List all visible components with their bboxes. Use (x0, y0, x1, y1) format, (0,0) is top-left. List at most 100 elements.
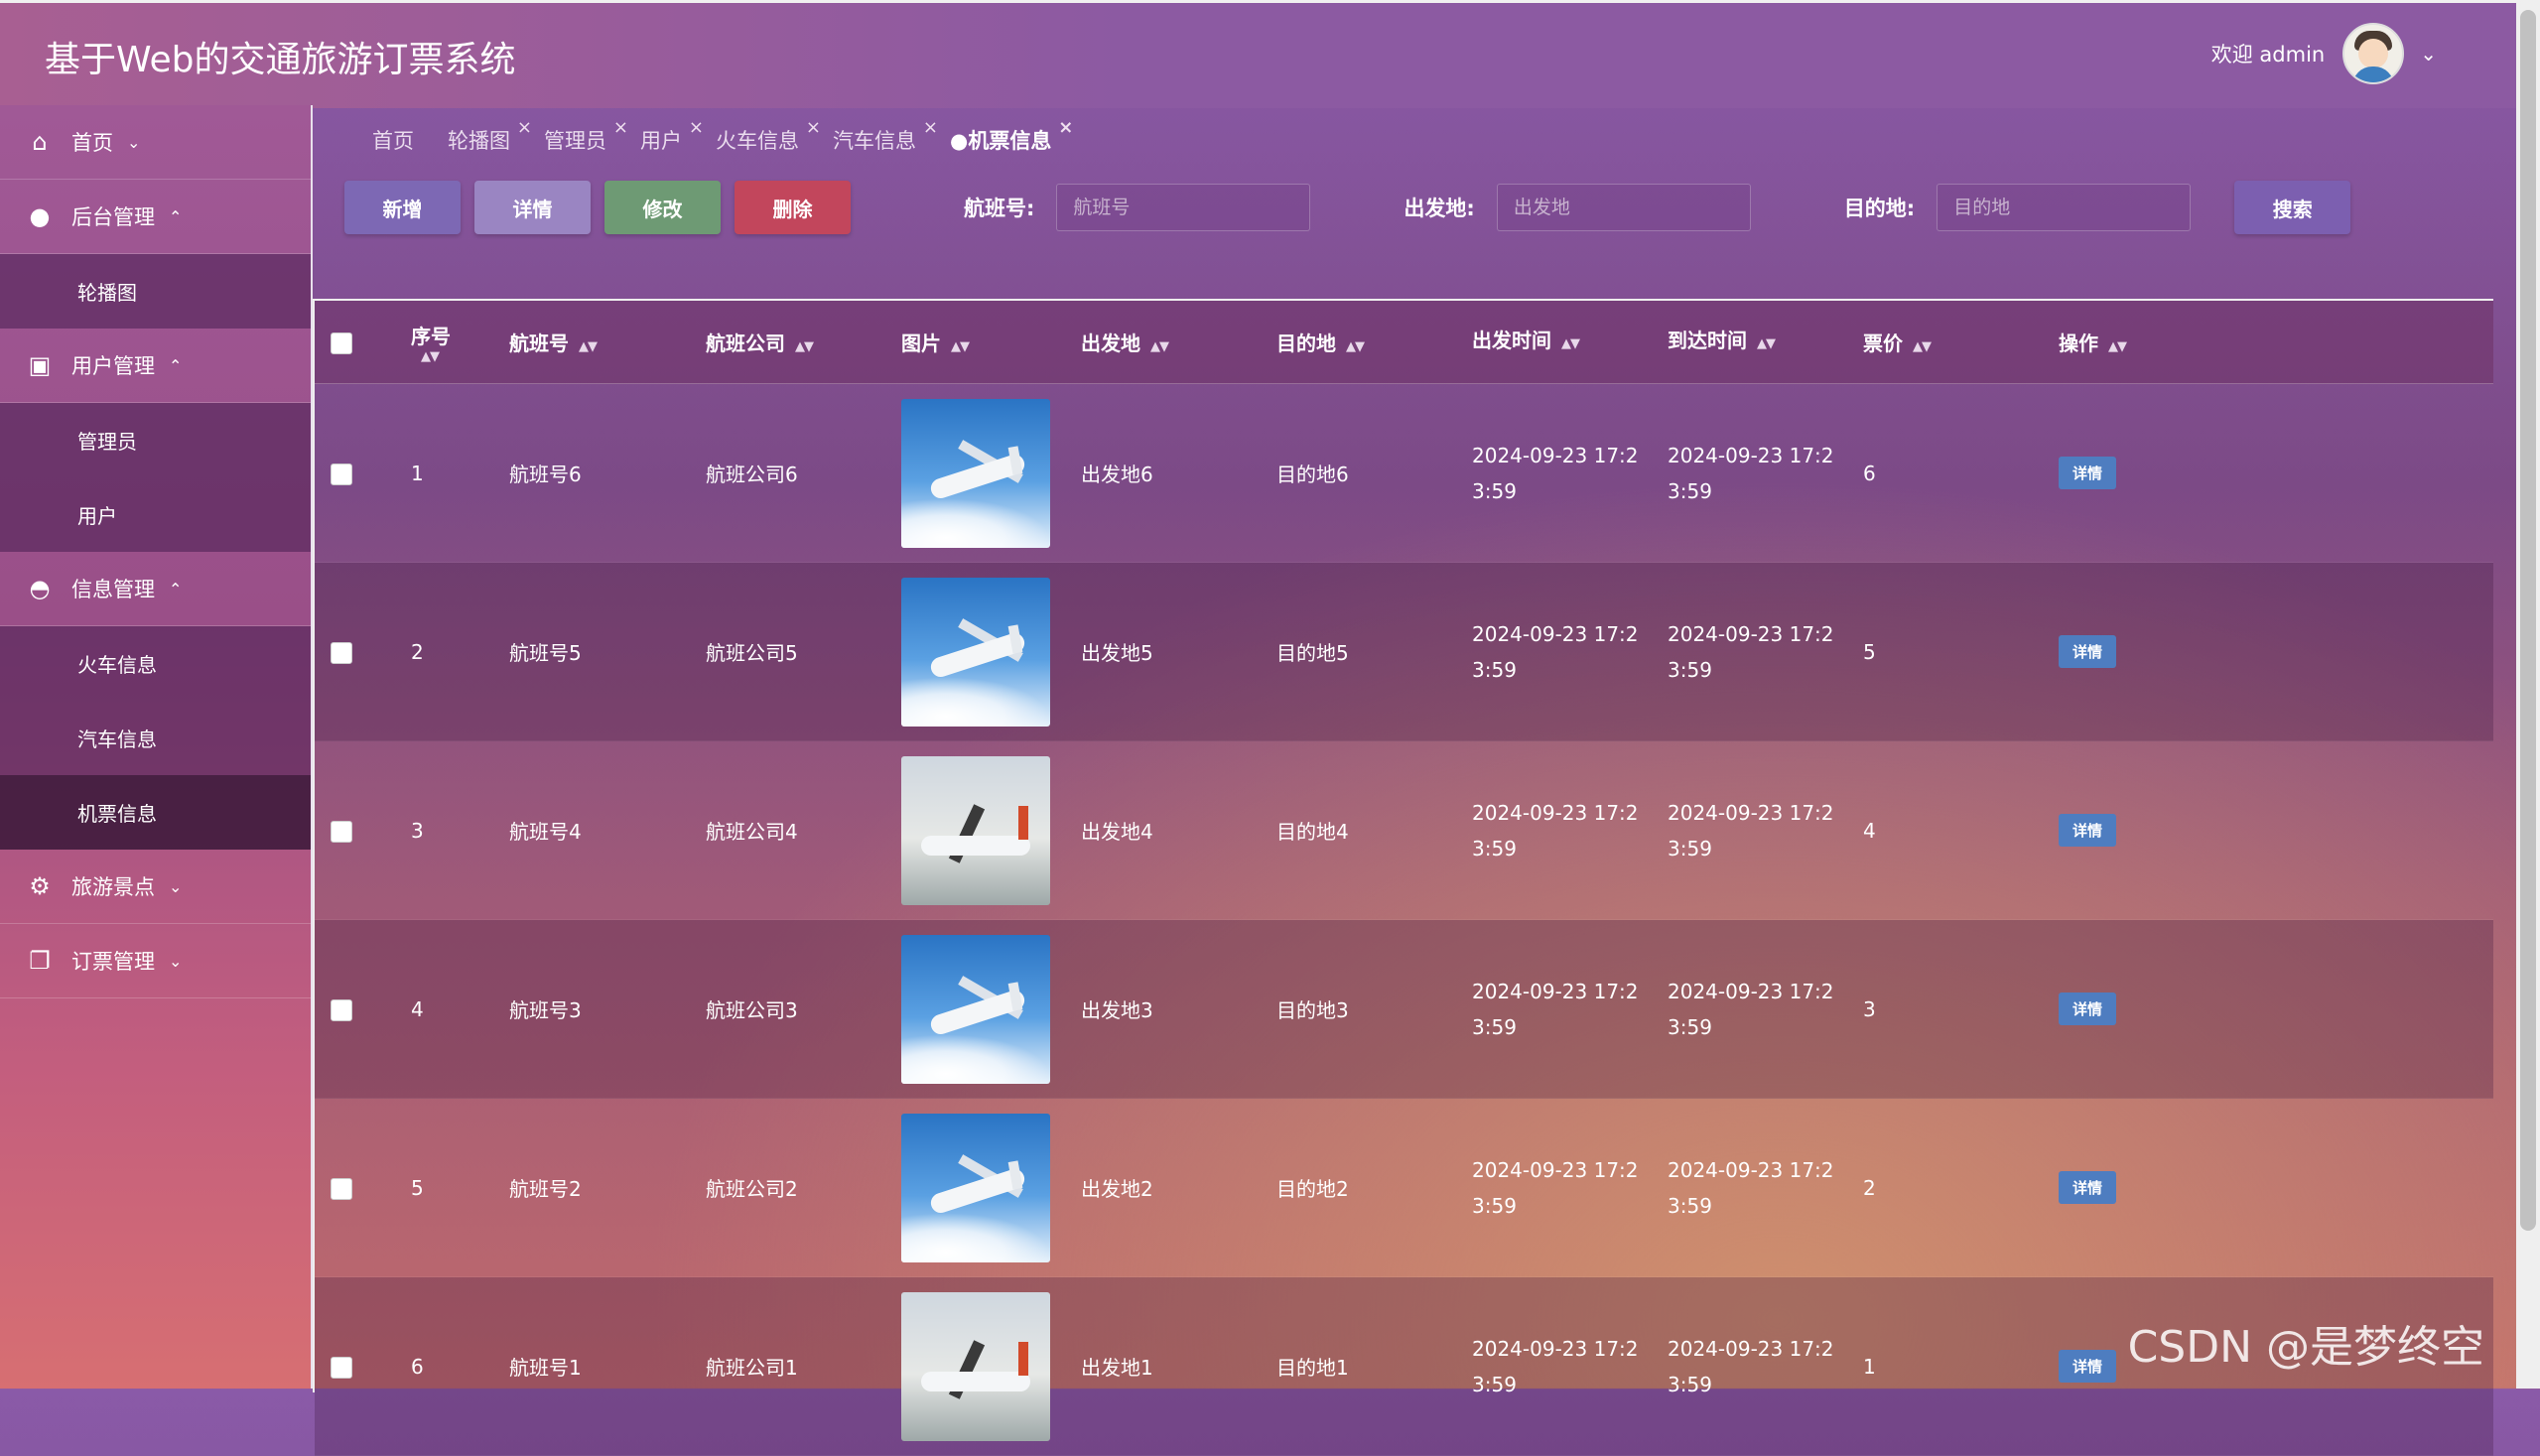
sidebar-item-booking[interactable]: ❐ 订票管理 ⌄ (0, 924, 311, 998)
cell-flight: 航班号6 (509, 463, 582, 486)
detail-button[interactable]: 详情 (474, 181, 591, 234)
cell-arrival: 2024-09-23 17:2 3:59 (1668, 443, 1834, 503)
plane-sky-icon[interactable] (901, 577, 1050, 727)
sort-icon[interactable]: ▲▼ (1561, 336, 1580, 351)
header-idx[interactable]: 序号 ▲▼ (411, 321, 509, 364)
cell-idx: 1 (411, 461, 424, 485)
table-row[interactable]: 3 航班号4 航班公司4 出发地4 目的地4 2024-09-23 17:2 3:59 202… (315, 741, 2493, 920)
tab-admin[interactable]: 管理员 × (544, 117, 628, 155)
sidebar-subitem-bus[interactable]: 汽车信息 (0, 701, 311, 775)
delete-button[interactable]: 删除 (735, 181, 851, 234)
welcome-text: 欢迎 admin (2210, 43, 2326, 66)
sidebar-subitem-carousel[interactable]: 轮播图 (0, 254, 311, 329)
from-input[interactable] (1496, 184, 1751, 231)
add-button[interactable]: 新增 (344, 181, 461, 234)
flight-no-input[interactable] (1056, 184, 1311, 231)
tab-home[interactable]: 首页 (372, 125, 414, 155)
sidebar-subitem-user[interactable]: 用户 (0, 477, 311, 552)
to-input[interactable] (1937, 184, 2192, 231)
row-checkbox[interactable] (331, 820, 352, 843)
sidebar-item-scenic[interactable]: ⚙ 旅游景点 ⌄ (0, 850, 311, 924)
table-header: 序号 ▲▼ 航班号 ▲▼ 航班公司 ▲▼ 图片 ▲▼ 出发地 ▲▼ 目的地 ▲▼ 出发时间 ▲… (315, 301, 2493, 384)
tab-train[interactable]: 火车信息 × (716, 117, 821, 155)
sort-icon[interactable]: ▲▼ (951, 339, 970, 354)
cell-idx: 2 (411, 639, 424, 664)
close-icon[interactable]: × (517, 117, 532, 138)
row-checkbox[interactable] (331, 641, 352, 664)
header-action[interactable]: 操作 ▲▼ (2059, 328, 2257, 356)
sidebar-subitem-admin[interactable]: 管理员 (0, 403, 311, 477)
sort-icon[interactable]: ▲▼ (795, 339, 814, 354)
table-row[interactable]: 5 航班号2 航班公司2 出发地2 目的地2 2024-09-23 17:2 3:59 202… (315, 1099, 2493, 1277)
scrollbar-thumb[interactable] (2520, 10, 2536, 1231)
row-detail-button[interactable]: 详情 (2059, 635, 2117, 668)
row-checkbox[interactable] (331, 1177, 352, 1200)
close-icon[interactable]: × (806, 117, 821, 138)
sort-icon[interactable]: ▲▼ (1150, 339, 1169, 354)
sidebar-item-info[interactable]: ◓ 信息管理 ⌃ (0, 552, 311, 626)
sidebar-subitem-train[interactable]: 火车信息 (0, 626, 311, 701)
sidebar-item-home[interactable]: ⌂ 首页 ⌄ (0, 105, 311, 180)
row-detail-button[interactable]: 详情 (2059, 814, 2117, 847)
sort-icon[interactable]: ▲▼ (1913, 339, 1932, 354)
tab-user[interactable]: 用户 × (640, 117, 704, 155)
sort-icon[interactable]: ▲▼ (1757, 336, 1776, 351)
header-flight[interactable]: 航班号 ▲▼ (509, 328, 706, 356)
header-from[interactable]: 出发地 ▲▼ (1081, 328, 1276, 356)
user-menu[interactable]: 欢迎 admin ⌄ (2211, 23, 2437, 84)
close-icon[interactable]: × (613, 117, 628, 138)
vertical-scrollbar[interactable] (2516, 0, 2540, 1389)
header-departure[interactable]: 出发时间 ▲▼ (1472, 323, 1668, 362)
tab-label: 轮播图 (448, 129, 510, 153)
row-detail-button[interactable]: 详情 (2059, 1350, 2117, 1383)
close-icon[interactable]: × (923, 117, 938, 138)
plane-ground-icon[interactable] (901, 1291, 1050, 1441)
header-image[interactable]: 图片 ▲▼ (901, 328, 1081, 356)
cell-arrival: 2024-09-23 17:2 3:59 (1668, 1157, 1834, 1218)
plane-ground-icon[interactable] (901, 755, 1050, 905)
header-arrival[interactable]: 到达时间 ▲▼ (1668, 323, 1863, 362)
select-all-checkbox[interactable] (331, 331, 352, 354)
cell-from: 出发地1 (1081, 1356, 1153, 1380)
row-detail-button[interactable]: 详情 (2059, 993, 2117, 1025)
sidebar-item-users[interactable]: ▣ 用户管理 ⌃ (0, 329, 311, 403)
row-detail-button[interactable]: 详情 (2059, 457, 2117, 489)
close-icon[interactable]: × (1058, 117, 1073, 138)
cell-airline: 航班公司5 (706, 641, 798, 665)
tab-flight[interactable]: ●机票信息 × (950, 117, 1073, 155)
sort-icon[interactable]: ▲▼ (421, 349, 509, 364)
plane-sky-icon[interactable] (901, 934, 1050, 1084)
sidebar-subitem-flight[interactable]: 机票信息 (0, 775, 311, 850)
cell-flight: 航班号1 (509, 1356, 582, 1380)
sort-icon[interactable]: ▲▼ (2108, 339, 2127, 354)
tab-bus[interactable]: 汽车信息 × (833, 117, 938, 155)
row-checkbox[interactable] (331, 998, 352, 1021)
table-row[interactable]: 4 航班号3 航班公司3 出发地3 目的地3 2024-09-23 17:2 3:59 202… (315, 920, 2493, 1099)
close-icon[interactable]: × (689, 117, 704, 138)
cell-from: 出发地3 (1081, 998, 1153, 1022)
sort-icon[interactable]: ▲▼ (579, 339, 598, 354)
sort-icon[interactable]: ▲▼ (1346, 339, 1365, 354)
tab-label: 首页 (372, 129, 414, 153)
header-price[interactable]: 票价 ▲▼ (1863, 328, 2059, 356)
avatar[interactable] (2342, 23, 2405, 84)
cell-idx: 4 (411, 996, 424, 1021)
table-row[interactable]: 2 航班号5 航班公司5 出发地5 目的地5 2024-09-23 17:2 3:59 202… (315, 563, 2493, 741)
plane-sky-icon[interactable] (901, 1113, 1050, 1262)
cell-departure: 2024-09-23 17:2 3:59 (1472, 1336, 1639, 1396)
row-detail-button[interactable]: 详情 (2059, 1171, 2117, 1204)
header-to[interactable]: 目的地 ▲▼ (1276, 328, 1472, 356)
plane-sky-icon[interactable] (901, 398, 1050, 548)
edit-button[interactable]: 修改 (604, 181, 721, 234)
row-checkbox[interactable] (331, 1356, 352, 1379)
row-checkbox[interactable] (331, 463, 352, 485)
sidebar-item-label: 信息管理 (71, 578, 155, 601)
header-airline[interactable]: 航班公司 ▲▼ (706, 328, 901, 356)
sidebar-item-backend[interactable]: ● 后台管理 ⌃ (0, 180, 311, 254)
search-button[interactable]: 搜索 (2234, 181, 2351, 234)
flight-no-label: 航班号: (964, 197, 1035, 220)
table-row[interactable]: 1 航班号6 航班公司6 出发地6 目的地6 2024-09-23 17:2 3:59 202… (315, 384, 2493, 563)
tab-label: 火车信息 (716, 129, 799, 153)
chevron-down-icon[interactable]: ⌄ (2420, 42, 2437, 66)
tab-carousel[interactable]: 轮播图 × (448, 117, 532, 155)
